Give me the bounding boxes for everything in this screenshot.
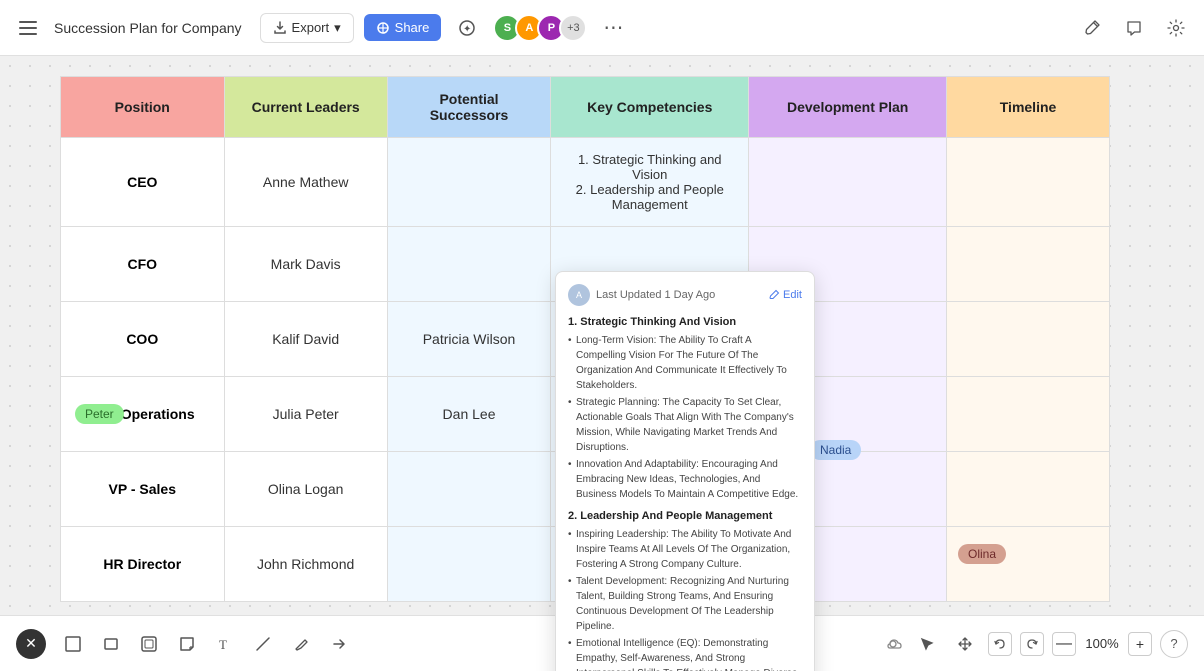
- leader-vpops: Julia Peter: [224, 377, 387, 452]
- export-button[interactable]: Export ▾: [260, 13, 354, 43]
- competencies-ceo: 1. Strategic Thinking and Vision 2. Lead…: [551, 138, 749, 227]
- position-coo: COO: [61, 302, 225, 377]
- share-button[interactable]: Share: [364, 14, 442, 41]
- tooltip-s2-item3: Emotional Intelligence (EQ): Demonstrati…: [568, 636, 802, 671]
- tooltip-header: A Last Updated 1 Day Ago Edit: [568, 284, 802, 306]
- tooltip-s2-item1: Inspiring Leadership: The Ability To Mot…: [568, 527, 802, 572]
- tooltip-edit-button[interactable]: Edit: [768, 289, 802, 301]
- timeline-ceo: [947, 138, 1110, 227]
- cursor-tools-button[interactable]: ✦: [451, 12, 483, 44]
- successor-hrdir: [387, 527, 550, 602]
- competency-detail-card: A Last Updated 1 Day Ago Edit 1. Strateg…: [555, 271, 815, 671]
- tooltip-section1-title: 1. Strategic Thinking And Vision: [568, 316, 802, 328]
- document-title: Succession Plan for Company: [54, 20, 242, 36]
- header-leaders: Current Leaders: [224, 77, 387, 138]
- sticky-olina: Olina: [958, 544, 1006, 564]
- topbar: Succession Plan for Company Export ▾ Sha…: [0, 0, 1204, 56]
- collaborators-avatars: S A P +3: [493, 14, 587, 42]
- cloud-icon: [886, 635, 904, 653]
- comment-icon[interactable]: [1118, 12, 1150, 44]
- topbar-right: [1076, 12, 1192, 44]
- timeline-coo: [947, 302, 1110, 377]
- timeline-vpops: [947, 377, 1110, 452]
- line-tool-icon[interactable]: [248, 629, 278, 659]
- tooltip-s1-item3: Innovation And Adaptability: Encouraging…: [568, 457, 802, 502]
- frame-tool-icon[interactable]: [58, 629, 88, 659]
- position-cfo: CFO: [61, 227, 225, 302]
- edit-icon[interactable]: [1076, 12, 1108, 44]
- tooltip-section2-title: 2. Leadership And People Management: [568, 510, 802, 522]
- shape-tool-icon[interactable]: [134, 629, 164, 659]
- move-icon[interactable]: [950, 629, 980, 659]
- tooltip-updated-text: Last Updated 1 Day Ago: [596, 289, 715, 301]
- timeline-cfo: [947, 227, 1110, 302]
- leader-vpsales: Olina Logan: [224, 452, 387, 527]
- tooltip-s2-item2: Talent Development: Recognizing And Nurt…: [568, 574, 802, 634]
- settings-icon[interactable]: [1160, 12, 1192, 44]
- tooltip-s1-item2: Strategic Planning: The Capacity To Set …: [568, 395, 802, 455]
- position-hrdir: HR Director: [61, 527, 225, 602]
- pen-tool-icon[interactable]: [286, 629, 316, 659]
- position-ceo: CEO: [61, 138, 225, 227]
- menu-button[interactable]: [12, 12, 44, 44]
- rectangle-tool-icon[interactable]: [96, 629, 126, 659]
- successor-vpops: Dan Lee: [387, 377, 550, 452]
- leader-cfo: Mark Davis: [224, 227, 387, 302]
- tooltip-avatar: A: [568, 284, 590, 306]
- tooltip-s1-item1: Long-Term Vision: The Ability To Craft A…: [568, 333, 802, 393]
- svg-text:✦: ✦: [463, 24, 471, 35]
- header-timeline: Timeline: [947, 77, 1110, 138]
- successor-cfo: [387, 227, 550, 302]
- help-button[interactable]: ?: [1160, 630, 1188, 658]
- zoom-controls: — 100% + ?: [886, 629, 1188, 659]
- sticky-peter: Peter: [75, 404, 124, 424]
- zoom-out-button[interactable]: —: [1052, 632, 1076, 656]
- redo-button[interactable]: [1020, 632, 1044, 656]
- leader-ceo: Anne Mathew: [224, 138, 387, 227]
- more-options-button[interactable]: ⋯: [597, 12, 629, 44]
- timeline-hrdir: [947, 527, 1110, 602]
- successor-ceo: [387, 138, 550, 227]
- timeline-vpsales: [947, 452, 1110, 527]
- header-development: Development Plan: [749, 77, 947, 138]
- zoom-level: 100%: [1084, 636, 1120, 651]
- sticky-note-icon[interactable]: [172, 629, 202, 659]
- zoom-in-button[interactable]: +: [1128, 632, 1152, 656]
- successor-coo: Patricia Wilson: [387, 302, 550, 377]
- avatar-overflow: +3: [559, 14, 587, 42]
- position-vpsales: VP - Sales: [61, 452, 225, 527]
- leader-hrdir: John Richmond: [224, 527, 387, 602]
- sticky-nadia: Nadia: [810, 440, 861, 460]
- leader-coo: Kalif David: [224, 302, 387, 377]
- cursor-select-icon[interactable]: [912, 629, 942, 659]
- text-tool-icon[interactable]: T: [210, 629, 240, 659]
- undo-button[interactable]: [988, 632, 1012, 656]
- successor-vpsales: [387, 452, 550, 527]
- canvas[interactable]: Position Current Leaders Potential Succe…: [0, 56, 1204, 671]
- svg-text:T: T: [219, 637, 227, 652]
- arrow-tool-icon[interactable]: [324, 629, 354, 659]
- development-ceo: [749, 138, 947, 227]
- header-competencies: Key Competencies: [551, 77, 749, 138]
- header-successors: Potential Successors: [387, 77, 550, 138]
- close-button[interactable]: ✕: [16, 629, 46, 659]
- table-row: CEO Anne Mathew 1. Strategic Thinking an…: [61, 138, 1110, 227]
- header-position: Position: [61, 77, 225, 138]
